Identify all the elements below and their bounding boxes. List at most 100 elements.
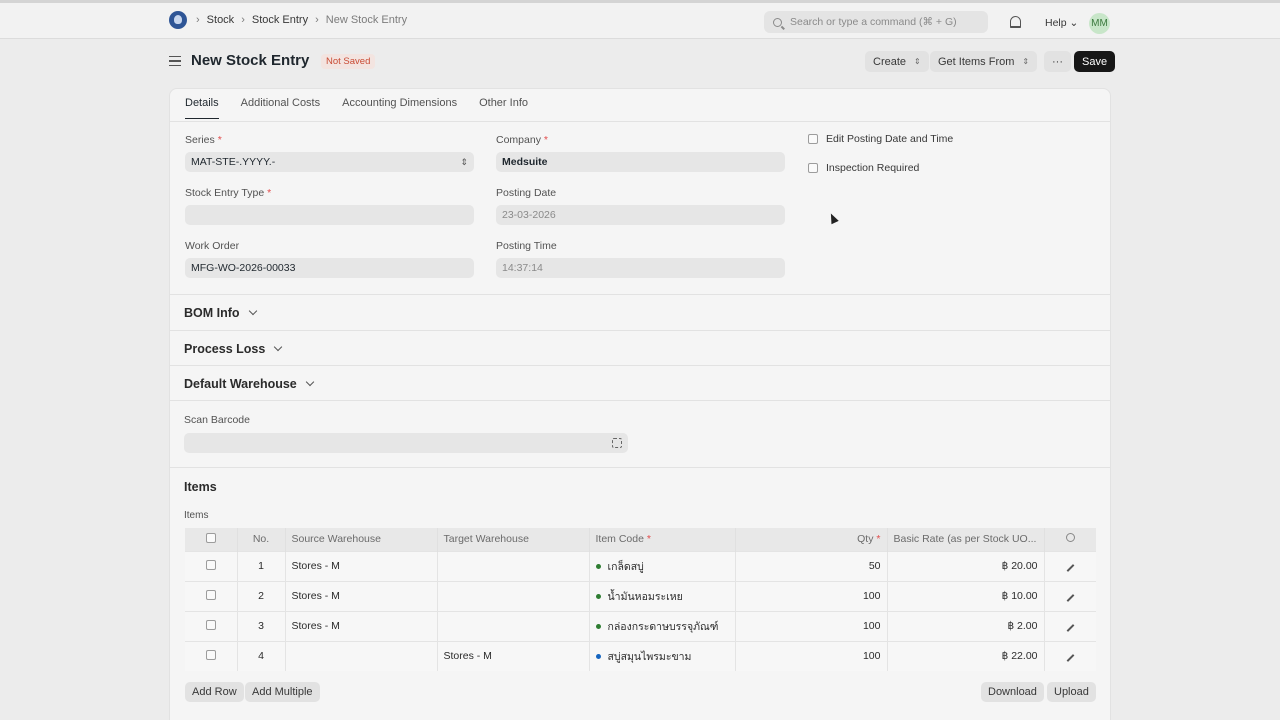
settings-gear-icon[interactable] [1065, 533, 1075, 543]
row-source-warehouse[interactable] [284, 640, 437, 671]
default-warehouse-section[interactable]: Default Warehouse [170, 365, 1110, 400]
edit-pencil-icon[interactable] [1066, 594, 1075, 602]
table-row[interactable]: 3 Stores - M กล่องกระดาษบรรจุภัณฑ์ 100 ฿… [185, 610, 1096, 641]
add-multiple-button[interactable]: Add Multiple [245, 682, 320, 702]
tab-additional-costs[interactable]: Additional Costs [241, 97, 321, 119]
items-table-label: Items [184, 510, 209, 521]
items-section-title: Items [184, 480, 217, 494]
stock-entry-type-field[interactable] [185, 205, 474, 225]
select-all-cell [185, 528, 237, 551]
help-menu[interactable]: Help ⌄ [1045, 17, 1078, 29]
row-item-code[interactable]: น้ำมันหอมระเหย [588, 580, 735, 611]
chevron-right-icon: › [315, 14, 319, 26]
search-input[interactable]: Search or type a command (⌘ + G) [764, 11, 988, 33]
row-no: 3 [236, 610, 285, 641]
row-source-warehouse[interactable]: Stores - M [284, 550, 437, 581]
tab-other-info[interactable]: Other Info [479, 97, 528, 119]
posting-date-label: Posting Date [496, 187, 557, 199]
save-button[interactable]: Save [1074, 51, 1116, 72]
chevron-down-icon [305, 377, 315, 387]
col-basic-rate: Basic Rate (as per Stock UO... [886, 528, 1044, 551]
add-row-button[interactable]: Add Row [185, 682, 244, 702]
create-button[interactable]: Create ⇕ [865, 51, 929, 72]
table-row[interactable]: 4 Stores - M สบู่สมุนไพรมะขาม 100 ฿ 22.0… [185, 640, 1096, 671]
stock-entry-type-label-text: Stock Entry Type [185, 187, 265, 199]
col-qty: Qty * [734, 528, 887, 551]
row-qty[interactable]: 100 [734, 580, 887, 611]
top-navbar: › Stock › Stock Entry › New Stock Entry … [0, 0, 1280, 39]
sidebar-toggle-icon[interactable] [169, 56, 181, 66]
inspection-required-checkbox[interactable]: Inspection Required [808, 162, 919, 174]
work-order-label: Work Order [185, 240, 240, 252]
page-header: New Stock Entry Not Saved Create ⇕ Get It… [169, 50, 1116, 74]
edit-posting-checkbox[interactable]: Edit Posting Date and Time [808, 133, 953, 145]
tab-accounting-dimensions[interactable]: Accounting Dimensions [342, 97, 457, 119]
row-item-code[interactable]: สบู่สมุนไพรมะขาม [588, 640, 735, 671]
bom-info-section[interactable]: BOM Info [170, 294, 1110, 330]
row-source-warehouse[interactable]: Stores - M [284, 610, 437, 641]
create-label: Create [873, 55, 907, 68]
table-row[interactable]: 2 Stores - M น้ำมันหอมระเหย 100 ฿ 10.00 [185, 580, 1096, 611]
process-loss-section[interactable]: Process Loss [170, 330, 1110, 365]
row-edit-cell [1043, 640, 1096, 671]
row-checkbox[interactable] [205, 619, 216, 630]
breadcrumb-stock[interactable]: Stock [207, 14, 235, 26]
status-badge: Not Saved [321, 54, 376, 69]
divider [170, 121, 1110, 122]
row-basic-rate[interactable]: ฿ 20.00 [886, 550, 1044, 581]
table-header-row: No. Source Warehouse Target Warehouse It… [185, 528, 1096, 551]
row-checkbox[interactable] [205, 559, 216, 570]
row-checkbox[interactable] [205, 649, 216, 660]
company-label-text: Company [496, 134, 541, 146]
edit-pencil-icon[interactable] [1066, 654, 1075, 663]
bom-info-title: BOM Info [184, 306, 240, 320]
tab-details[interactable]: Details [185, 97, 219, 119]
row-item-code[interactable]: กล่องกระดาษบรรจุภัณฑ์ [588, 610, 735, 641]
more-actions-button[interactable]: ··· [1044, 51, 1071, 72]
row-checkbox[interactable] [205, 589, 216, 600]
default-warehouse-title: Default Warehouse [184, 377, 297, 391]
series-label: Series * [185, 134, 222, 146]
table-row[interactable]: 1 Stores - M เกล็ดสบู่ 50 ฿ 20.00 [185, 550, 1096, 581]
row-qty[interactable]: 100 [734, 610, 887, 641]
edit-pencil-icon[interactable] [1066, 624, 1075, 632]
row-basic-rate[interactable]: ฿ 10.00 [886, 580, 1044, 611]
edit-pencil-icon[interactable] [1066, 564, 1075, 572]
download-button[interactable]: Download [981, 682, 1044, 702]
status-dot-icon [595, 624, 601, 630]
col-no: No. [236, 528, 285, 551]
series-select[interactable]: MAT-STE-.YYYY.- ⇕ [185, 152, 474, 172]
posting-date-field[interactable]: 23-03-2026 [496, 205, 785, 225]
form-tabs: Details Additional Costs Accounting Dime… [185, 97, 528, 119]
row-source-warehouse[interactable]: Stores - M [284, 580, 437, 611]
row-basic-rate[interactable]: ฿ 2.00 [886, 610, 1044, 641]
help-label: Help [1045, 17, 1067, 29]
row-target-warehouse[interactable] [436, 550, 589, 581]
medsuite-logo-icon[interactable] [169, 11, 187, 29]
upload-button[interactable]: Upload [1047, 682, 1096, 702]
row-basic-rate[interactable]: ฿ 22.00 [886, 640, 1044, 671]
row-select-cell [185, 580, 237, 611]
get-items-from-button[interactable]: Get Items From ⇕ [930, 51, 1038, 72]
row-item-code[interactable]: เกล็ดสบู่ [588, 550, 735, 581]
breadcrumb-stock-entry[interactable]: Stock Entry [252, 14, 308, 26]
company-field[interactable]: Medsuite [496, 152, 785, 172]
scan-barcode-label: Scan Barcode [184, 414, 250, 426]
scan-icon[interactable] [612, 438, 622, 448]
scan-barcode-input[interactable] [184, 433, 628, 453]
select-all-checkbox[interactable] [205, 532, 216, 543]
avatar[interactable]: MM [1089, 13, 1110, 34]
row-target-warehouse[interactable] [436, 580, 589, 611]
item-code-value: สบู่สมุนไพรมะขาม [607, 650, 692, 663]
row-qty[interactable]: 50 [734, 550, 887, 581]
posting-time-field[interactable]: 14:37:14 [496, 258, 785, 278]
row-target-warehouse[interactable]: Stores - M [436, 640, 589, 671]
row-qty[interactable]: 100 [734, 640, 887, 671]
row-select-cell [185, 640, 237, 671]
work-order-field[interactable]: MFG-WO-2026-00033 [185, 258, 474, 278]
page-title: New Stock Entry [191, 52, 310, 69]
notification-bell-icon[interactable] [1010, 16, 1021, 28]
checkbox-icon [808, 163, 818, 173]
row-edit-cell [1043, 580, 1096, 611]
row-target-warehouse[interactable] [436, 610, 589, 641]
